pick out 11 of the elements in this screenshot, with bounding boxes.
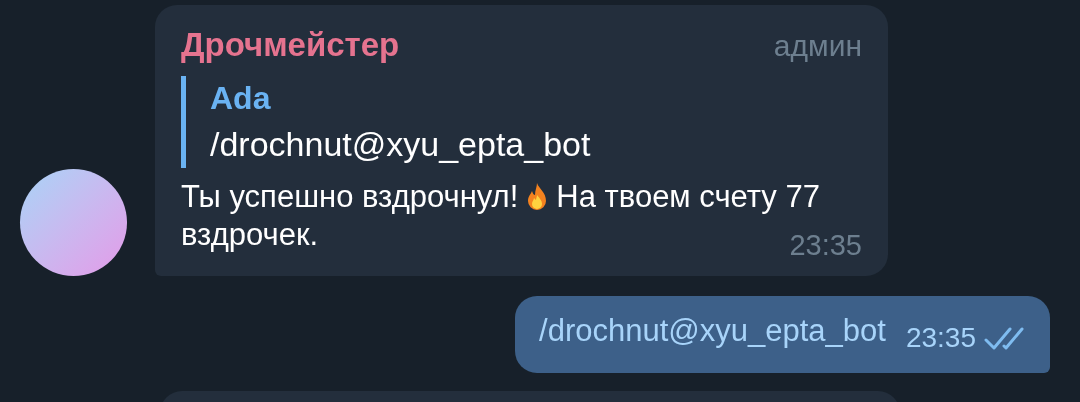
message-text: Ты успешно вздрочнул! — [181, 178, 519, 216]
message-text: На твоем счету 77 — [556, 178, 820, 216]
message-time: 23:35 — [789, 228, 862, 263]
reply-text: /drochnut@xyu_epta_bot — [210, 124, 592, 165]
admin-label: админ — [773, 28, 862, 64]
message-text: /drochnut@xyu_epta_bot — [539, 311, 886, 350]
reply-quote[interactable]: Ada /drochnut@xyu_epta_bot — [181, 76, 862, 168]
message-text: вздрочек. — [181, 216, 319, 254]
sender-name[interactable]: Дрочмейстер — [181, 23, 400, 67]
reply-author: Ada — [210, 79, 272, 118]
message-time: 23:35 — [905, 321, 976, 355]
